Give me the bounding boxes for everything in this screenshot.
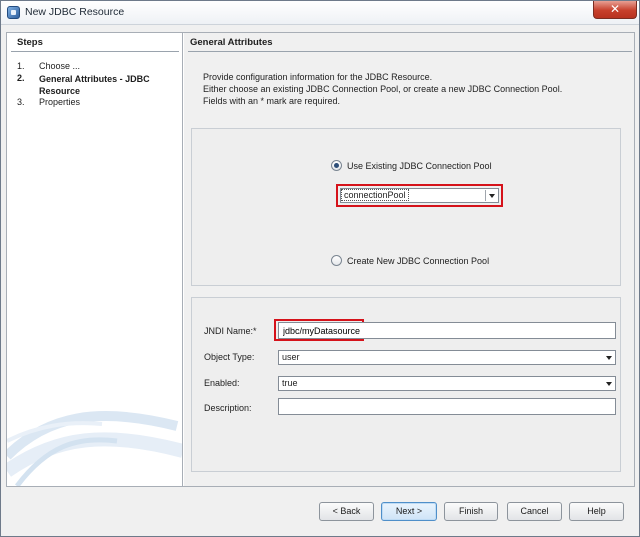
enabled-select[interactable]: true [278, 376, 616, 391]
resource-fields-group: JNDI Name:* Object Type: user Enabled: t… [191, 297, 621, 472]
object-type-label: Object Type: [204, 352, 255, 362]
step-number: 3. [17, 97, 25, 107]
steps-heading: Steps [17, 37, 43, 48]
intro-line: Either choose an existing JDBC Connectio… [203, 84, 563, 94]
section-divider [188, 51, 632, 52]
decorative-swoosh-graphic [7, 411, 182, 486]
radio-checked-icon[interactable] [331, 160, 342, 171]
radio-unchecked-icon[interactable] [331, 255, 342, 266]
wizard-content: Steps 1. Choose ... 2. General Attribute… [6, 32, 635, 487]
jndi-name-label: JNDI Name:* [204, 326, 257, 336]
step-label: General Attributes - JDBC Resource [39, 74, 150, 96]
description-input[interactable] [278, 398, 616, 415]
close-button[interactable]: ✕ [593, 1, 637, 19]
object-type-value: user [282, 352, 300, 362]
section-heading: General Attributes [190, 37, 273, 48]
step-number: 1. [17, 61, 25, 71]
connection-pool-value: connectionPool [341, 189, 409, 201]
use-existing-pool-radio[interactable]: Use Existing JDBC Connection Pool [331, 160, 492, 171]
description-label: Description: [204, 403, 252, 413]
steps-divider [11, 51, 179, 52]
back-button[interactable]: < Back [319, 502, 374, 521]
steps-panel: Steps 1. Choose ... 2. General Attribute… [7, 33, 183, 486]
jndi-name-input[interactable] [278, 322, 616, 339]
enabled-value: true [282, 378, 298, 388]
next-button[interactable]: Next > [381, 502, 437, 521]
chevron-down-icon[interactable] [606, 356, 612, 360]
enabled-label: Enabled: [204, 378, 240, 388]
use-existing-pool-label: Use Existing JDBC Connection Pool [347, 160, 492, 171]
intro-line: Provide configuration information for th… [203, 72, 433, 82]
combo-divider [485, 190, 486, 201]
app-icon [7, 6, 20, 19]
chevron-down-icon[interactable] [489, 194, 495, 198]
step-label: Choose ... [39, 61, 81, 71]
step-label: Properties [39, 97, 81, 107]
finish-button[interactable]: Finish [444, 502, 498, 521]
intro-line: Fields with an * mark are required. [203, 96, 341, 106]
connection-pool-group: Use Existing JDBC Connection Pool connec… [191, 128, 621, 286]
create-new-pool-label: Create New JDBC Connection Pool [347, 255, 490, 266]
title-bar[interactable]: New JDBC Resource ✕ [1, 1, 639, 25]
help-button[interactable]: Help [569, 502, 624, 521]
chevron-down-icon[interactable] [606, 382, 612, 386]
object-type-select[interactable]: user [278, 350, 616, 365]
general-attributes-panel: General Attributes Provide configuration… [184, 33, 634, 486]
cancel-button[interactable]: Cancel [507, 502, 562, 521]
connection-pool-select[interactable]: connectionPool [340, 188, 499, 203]
create-new-pool-radio[interactable]: Create New JDBC Connection Pool [331, 255, 489, 266]
window-title: New JDBC Resource [25, 6, 125, 18]
step-number: 2. [17, 73, 25, 83]
dialog-window: New JDBC Resource ✕ Steps 1. Choose ... … [0, 0, 640, 537]
